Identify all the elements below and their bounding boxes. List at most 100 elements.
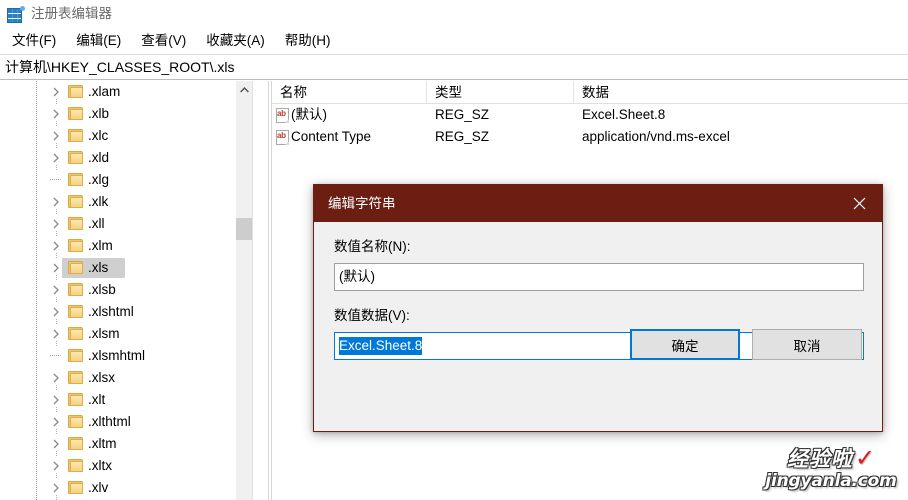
column-header-name[interactable]: 名称 — [272, 81, 427, 103]
tree-item-label: .xltx — [88, 458, 113, 473]
address-path: 计算机\HKEY_CLASSES_ROOT\.xls — [5, 59, 235, 75]
tree-item-label: .xls — [88, 260, 109, 275]
registry-editor-icon — [7, 5, 25, 23]
tree-item-xlg[interactable]: .xlg — [0, 169, 252, 191]
tree-item-label: .xlthtml — [88, 414, 131, 429]
chevron-right-icon[interactable] — [50, 262, 62, 274]
tree-connector — [50, 179, 61, 180]
chevron-right-icon[interactable] — [50, 460, 62, 472]
value-name-text: (默认) — [339, 269, 375, 284]
tree-item-xlsmhtml[interactable]: .xlsmhtml — [0, 345, 252, 367]
value-data: application/vnd.ms-excel — [582, 129, 730, 144]
ok-button[interactable]: 确定 — [630, 329, 740, 360]
folder-icon — [68, 151, 83, 164]
menubar: 文件(F) 编辑(E) 查看(V) 收藏夹(A) 帮助(H) — [0, 28, 908, 53]
tree-item-xlv[interactable]: .xlv — [0, 477, 252, 500]
chevron-right-icon[interactable] — [50, 86, 62, 98]
tree-item-xld[interactable]: .xld — [0, 147, 252, 170]
tree-item-xlk[interactable]: .xlk — [0, 191, 252, 214]
value-name-label: 数值名称(N): — [334, 239, 411, 254]
menu-edit[interactable]: 编辑(E) — [72, 30, 130, 52]
tree-item-xlsm[interactable]: .xlsm — [0, 323, 252, 346]
dialog-buttons: 确定 取消 — [630, 329, 862, 360]
chevron-right-icon[interactable] — [50, 306, 62, 318]
chevron-right-icon[interactable] — [50, 438, 62, 450]
table-row[interactable]: ab (默认) REG_SZ Excel.Sheet.8 — [272, 104, 908, 126]
tree-item-xlthtml[interactable]: .xlthtml — [0, 411, 252, 434]
cell-type: REG_SZ — [427, 104, 574, 126]
chevron-right-icon[interactable] — [50, 240, 62, 252]
chevron-right-icon[interactable] — [50, 482, 62, 494]
tree-item-label: .xlv — [88, 480, 109, 495]
folder-icon — [68, 415, 83, 428]
column-header-type[interactable]: 类型 — [427, 81, 574, 103]
folder-icon — [68, 437, 83, 450]
chevron-right-icon[interactable] — [50, 394, 62, 406]
tree-item-xlsx[interactable]: .xlsx — [0, 367, 252, 390]
chevron-right-icon[interactable] — [50, 218, 62, 230]
folder-icon — [68, 371, 83, 384]
value-data-label: 数值数据(V): — [334, 308, 410, 323]
address-bar[interactable]: 计算机\HKEY_CLASSES_ROOT\.xls — [0, 54, 908, 80]
registry-editor-window: 注册表编辑器 文件(F) 编辑(E) 查看(V) 收藏夹(A) 帮助(H) 计算… — [0, 0, 908, 500]
chevron-right-icon[interactable] — [50, 152, 62, 164]
menu-help[interactable]: 帮助(H) — [281, 30, 340, 52]
value-name: (默认) — [291, 107, 327, 122]
tree-item-xlc[interactable]: .xlc — [0, 125, 252, 148]
tree-item-label: .xlb — [88, 106, 110, 121]
tree-item-label: .xld — [88, 150, 110, 165]
value-data-text: Excel.Sheet.8 — [339, 337, 423, 355]
chevron-right-icon[interactable] — [50, 130, 62, 142]
window-titlebar: 注册表编辑器 — [0, 0, 908, 28]
tree-item-label: .xll — [88, 216, 105, 231]
pane-splitter[interactable] — [252, 81, 272, 500]
tree-item-xls[interactable]: .xls — [0, 257, 252, 280]
tree-item-xlsb[interactable]: .xlsb — [0, 279, 252, 302]
chevron-right-icon[interactable] — [50, 328, 62, 340]
folder-icon — [68, 481, 83, 494]
chevron-right-icon[interactable] — [50, 372, 62, 384]
menu-view[interactable]: 查看(V) — [137, 30, 195, 52]
tree-item-label: .xlam — [88, 84, 121, 99]
folder-icon — [68, 173, 83, 186]
tree-scrollbar[interactable] — [235, 81, 252, 500]
value-name-input[interactable]: (默认) — [334, 263, 864, 291]
cell-data: Excel.Sheet.8 — [574, 104, 908, 126]
menu-file[interactable]: 文件(F) — [8, 30, 65, 52]
scrollbar-thumb[interactable] — [236, 218, 252, 240]
folder-icon — [68, 261, 83, 274]
cell-data: application/vnd.ms-excel — [574, 126, 908, 148]
folder-icon — [68, 327, 83, 340]
cancel-button[interactable]: 取消 — [752, 329, 862, 360]
table-row[interactable]: ab Content Type REG_SZ application/vnd.ms-e… — [272, 126, 908, 148]
tree-item-xlam[interactable]: .xlam — [0, 81, 252, 104]
tree-item-label: .xlk — [88, 194, 109, 209]
cell-name: ab Content Type — [272, 126, 427, 148]
tree-item-xltx[interactable]: .xltx — [0, 455, 252, 478]
chevron-right-icon[interactable] — [50, 284, 62, 296]
tree-item-xlm[interactable]: .xlm — [0, 235, 252, 258]
tree-item-label: .xltm — [88, 436, 117, 451]
chevron-right-icon[interactable] — [50, 416, 62, 428]
dialog-body: 数值名称(N): (默认) 数值数据(V): Excel.Sheet.8 确定 … — [314, 222, 882, 360]
edit-string-dialog: 编辑字符串 数值名称(N): (默认) 数值数据(V): Excel.Sheet… — [313, 184, 883, 432]
menu-favorites[interactable]: 收藏夹(A) — [202, 30, 274, 52]
close-icon[interactable] — [836, 185, 882, 222]
tree-item-xll[interactable]: .xll — [0, 213, 252, 236]
chevron-right-icon[interactable] — [50, 108, 62, 120]
tree-item-label: .xlm — [88, 238, 113, 253]
tree-item-xltm[interactable]: .xltm — [0, 433, 252, 456]
window-title: 注册表编辑器 — [31, 6, 112, 21]
folder-icon — [68, 349, 83, 362]
tree-item-xlshtml[interactable]: .xlshtml — [0, 301, 252, 324]
chevron-right-icon[interactable] — [50, 196, 62, 208]
tree-item-label: .xlsx — [88, 370, 115, 385]
tree-item-xlb[interactable]: .xlb — [0, 103, 252, 126]
tree-item-xlt[interactable]: .xlt — [0, 389, 252, 412]
scroll-up-icon[interactable] — [236, 81, 252, 98]
list-header: 名称 类型 数据 — [272, 81, 908, 104]
folder-icon — [68, 107, 83, 120]
string-value-icon: ab — [276, 107, 289, 123]
column-header-data[interactable]: 数据 — [574, 81, 908, 103]
tree-item-label: .xlsb — [88, 282, 116, 297]
